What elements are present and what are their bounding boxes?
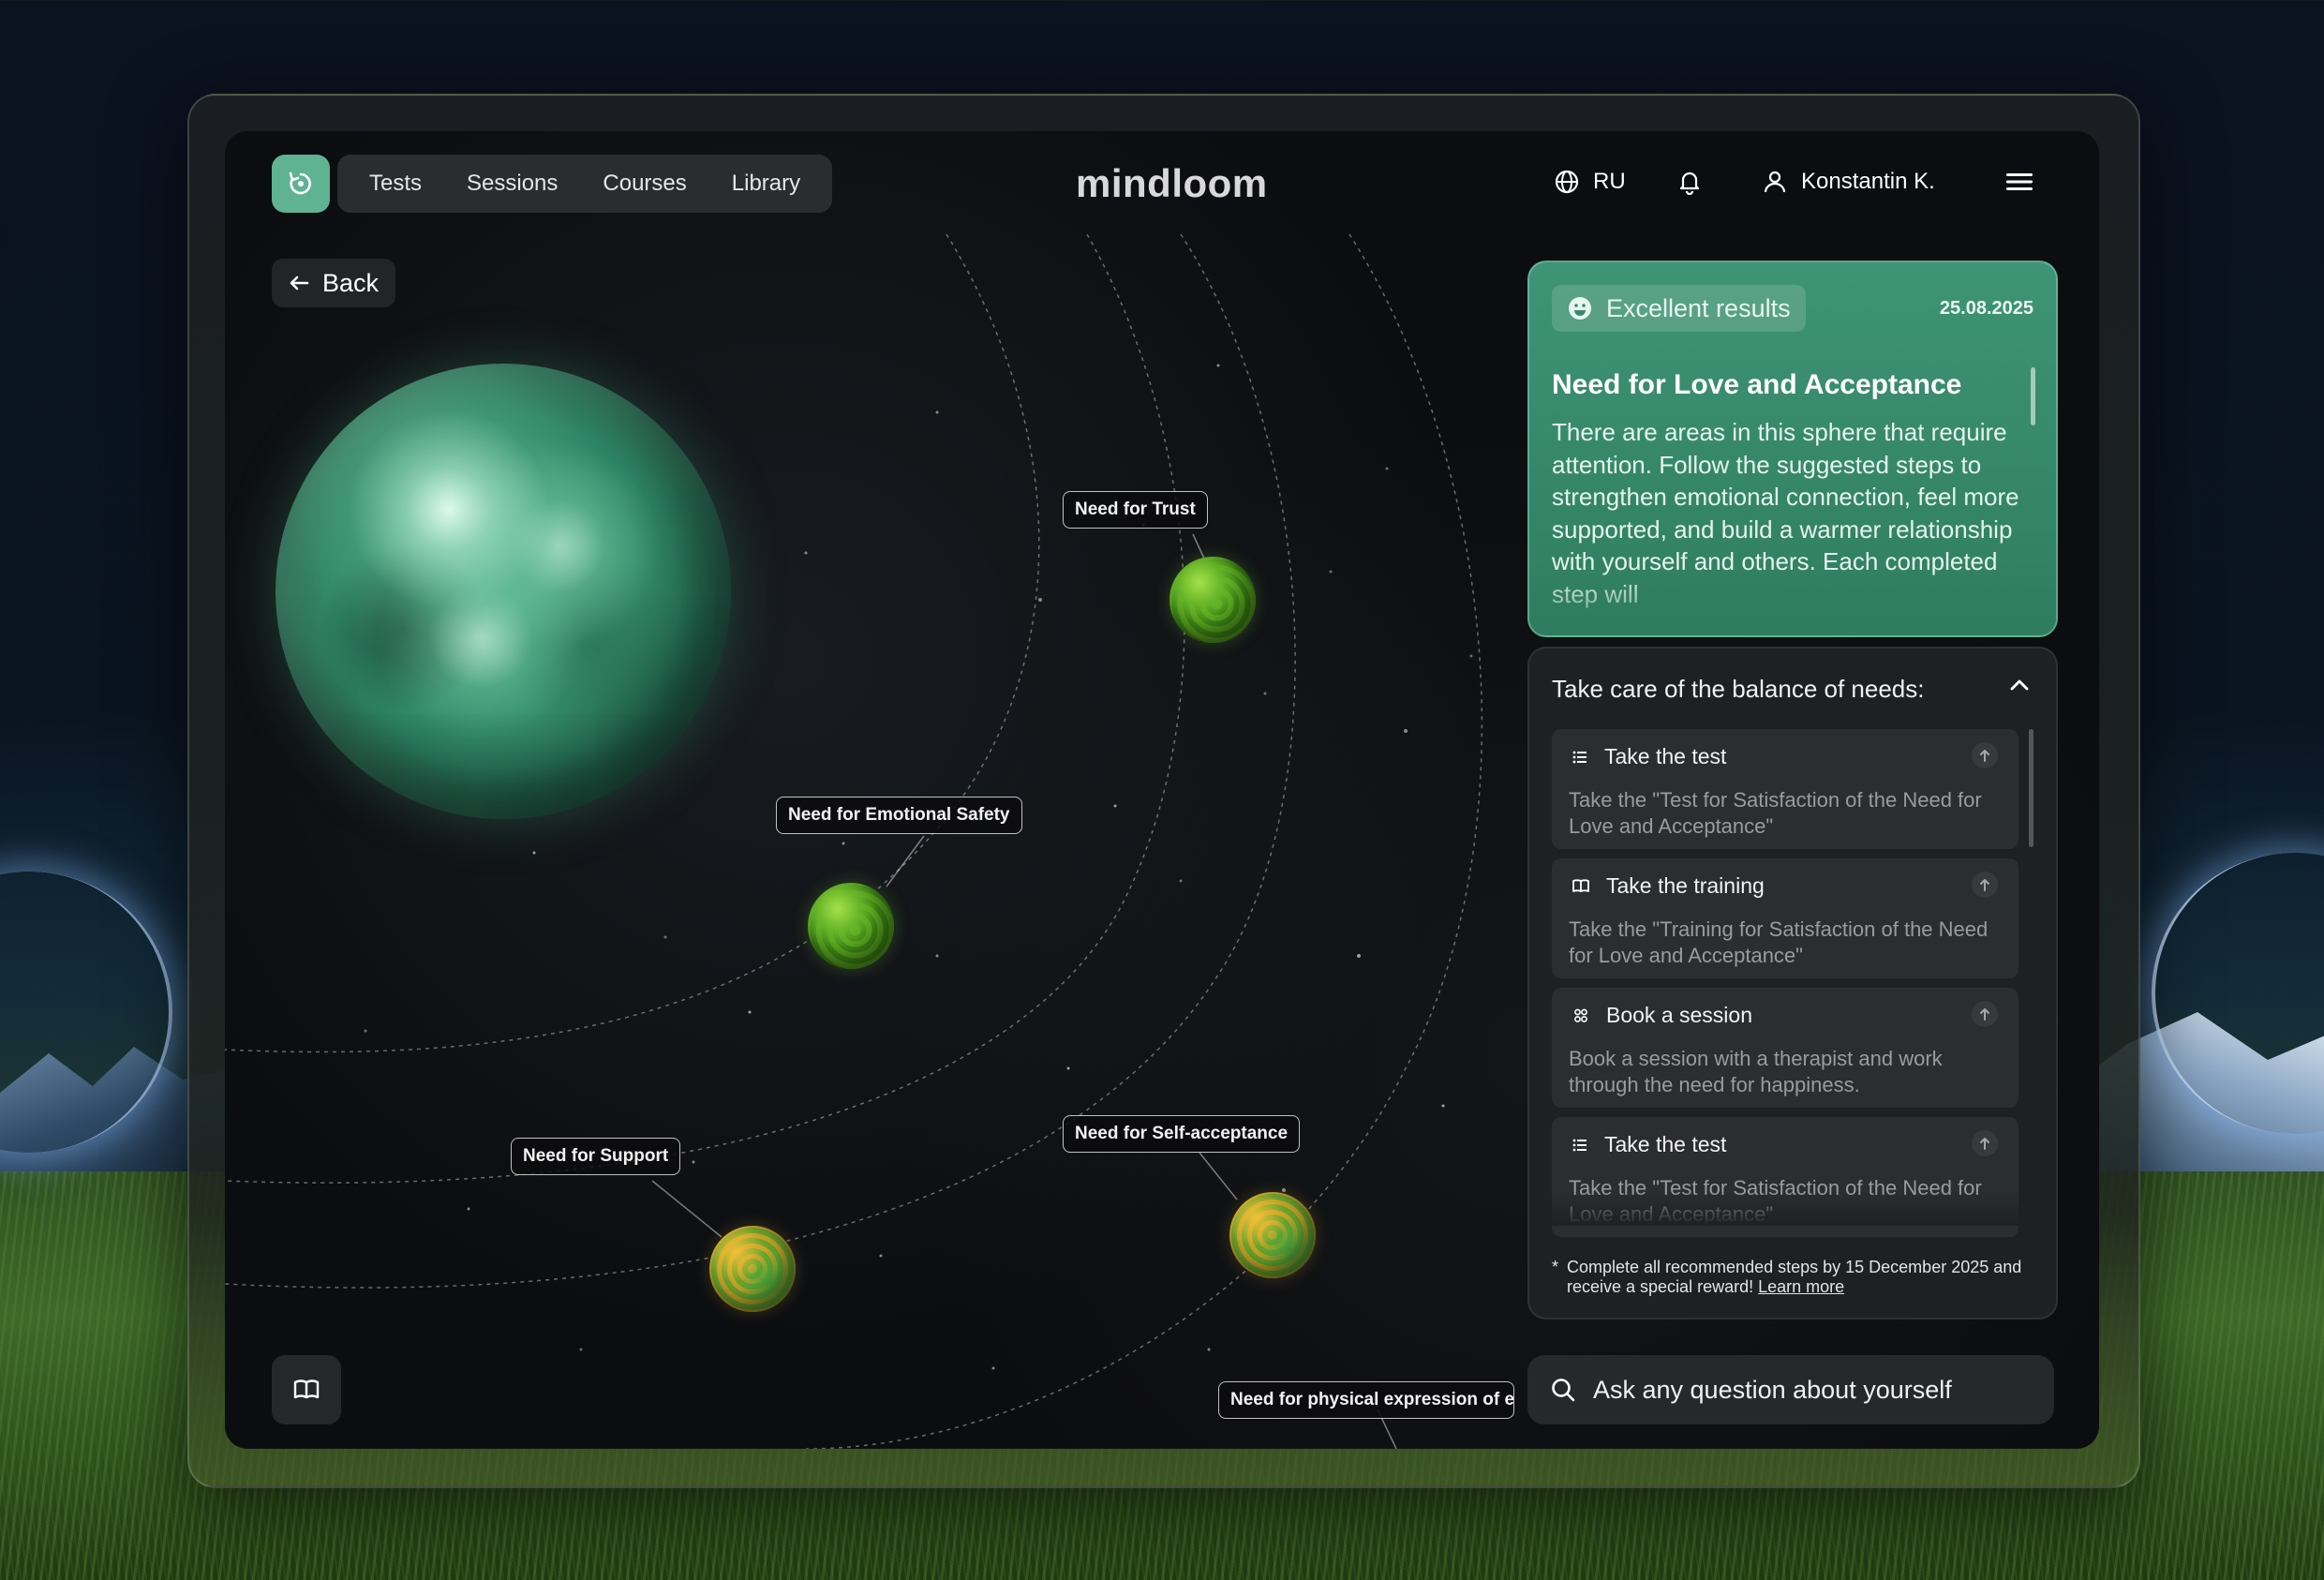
arrow-up-icon	[1980, 1138, 1989, 1150]
needs-fade	[1529, 1192, 2056, 1226]
list-icon	[1572, 751, 1587, 763]
step-title: Take the test	[1604, 744, 1727, 768]
step-take-test[interactable]: Take the test Take the "Test for Satisfa…	[1552, 729, 2019, 849]
smile-icon	[1569, 297, 1591, 320]
nav-tests[interactable]: Tests	[347, 155, 444, 213]
home-logo-button[interactable]	[272, 155, 330, 213]
hamburger-menu-button[interactable]	[2005, 171, 2034, 198]
love-acceptance-planet[interactable]	[276, 364, 731, 819]
user-icon	[1764, 171, 1786, 193]
globe-icon	[1555, 170, 1579, 194]
arrow-up-icon	[1980, 879, 1989, 891]
arrow-up-icon	[1980, 750, 1989, 762]
step-expand-button[interactable]	[1972, 872, 1998, 898]
result-date: 25.08.2025	[1939, 298, 2034, 319]
app-window: Tests Sessions Courses Library mindloom …	[225, 131, 2099, 1449]
ask-question-input[interactable]: Ask any question about yourself	[1527, 1355, 2054, 1424]
result-scrollbar[interactable]	[2031, 367, 2035, 425]
needs-scrollbar[interactable]	[2029, 729, 2034, 847]
nav-sessions[interactable]: Sessions	[444, 155, 580, 213]
step-take-training[interactable]: Take the training Take the "Training for…	[1552, 858, 2019, 978]
collapse-button[interactable]	[2009, 678, 2030, 696]
step-expand-button[interactable]	[1972, 1001, 1998, 1027]
step-description: Take the "Training for Satisfaction of t…	[1569, 917, 1989, 967]
result-title: Need for Love and Acceptance	[1552, 369, 1962, 400]
result-fade	[1529, 570, 2056, 635]
notifications-button[interactable]	[1677, 169, 1702, 200]
step-head: Take the test	[1572, 744, 1726, 769]
bell-icon	[1679, 171, 1700, 196]
result-card: Excellent results 25.08.2025 Need for Lo…	[1527, 261, 2058, 637]
language-switch[interactable]: RU	[1554, 169, 1626, 195]
tag-need-for-emotional-safety[interactable]: Need for Emotional Safety	[776, 797, 1022, 834]
tag-need-for-self-acceptance[interactable]: Need for Self-acceptance	[1063, 1115, 1301, 1153]
nav-courses[interactable]: Courses	[580, 155, 708, 213]
step-expand-button[interactable]	[1972, 742, 1998, 768]
step-head: Take the training	[1572, 873, 1765, 899]
refresh-logo-icon	[289, 171, 311, 195]
moon-self-acceptance[interactable]	[1229, 1192, 1316, 1278]
language-label: RU	[1593, 169, 1626, 194]
menu-icon	[2006, 173, 2033, 190]
search-icon	[1552, 1379, 1575, 1402]
step-title: Book a session	[1606, 1003, 1752, 1027]
book-open-icon	[293, 1379, 320, 1399]
step-title: Take the test	[1604, 1132, 1727, 1156]
moon-support[interactable]	[709, 1226, 796, 1312]
step-book-session[interactable]: Book a session Book a session with a the…	[1552, 988, 2019, 1108]
chevron-up-icon	[2010, 679, 2029, 691]
main-nav: Tests Sessions Courses Library	[337, 155, 833, 213]
learn-more-link[interactable]: Learn more	[1758, 1277, 1844, 1296]
guide-book-button[interactable]	[272, 1355, 341, 1424]
result-badge-label: Excellent results	[1606, 293, 1791, 322]
back-label: Back	[322, 268, 380, 297]
step-head: Book a session	[1572, 1003, 1752, 1028]
user-name: Konstantin K.	[1801, 169, 1935, 194]
step-description: Take the "Test for Satisfaction of the N…	[1569, 788, 1982, 838]
needs-title: Take care of the balance of needs:	[1552, 675, 1925, 703]
moon-trust[interactable]	[1169, 557, 1256, 643]
book-icon	[1572, 878, 1589, 892]
needs-panel: Take care of the balance of needs: Take …	[1527, 647, 2058, 1319]
tag-need-for-trust[interactable]: Need for Trust	[1063, 491, 1208, 529]
arrow-left-icon	[290, 276, 309, 291]
ask-placeholder: Ask any question about yourself	[1593, 1375, 1952, 1404]
brand-logo[interactable]: mindloom	[1076, 161, 1268, 206]
tag-need-for-physical-expression[interactable]: Need for physical expression of em	[1218, 1381, 1514, 1419]
back-button[interactable]: Back	[272, 259, 396, 307]
note-asterisk: *	[1552, 1258, 1559, 1276]
step-expand-button[interactable]	[1972, 1130, 1998, 1156]
result-badge: Excellent results	[1552, 285, 1806, 332]
people-icon	[1574, 1008, 1587, 1022]
arrow-up-icon	[1980, 1008, 1989, 1021]
step-head: Take the test	[1572, 1132, 1726, 1157]
moon-emotional-safety[interactable]	[808, 883, 894, 969]
tag-need-for-support[interactable]: Need for Support	[511, 1138, 681, 1175]
reward-note: * Complete all recommended steps by 15 D…	[1552, 1258, 2039, 1297]
step-title: Take the training	[1606, 873, 1765, 898]
user-menu[interactable]: Konstantin K.	[1762, 169, 1935, 195]
nav-library[interactable]: Library	[709, 155, 823, 213]
step-description: Book a session with a therapist and work…	[1569, 1047, 1943, 1096]
list-icon	[1572, 1139, 1587, 1151]
